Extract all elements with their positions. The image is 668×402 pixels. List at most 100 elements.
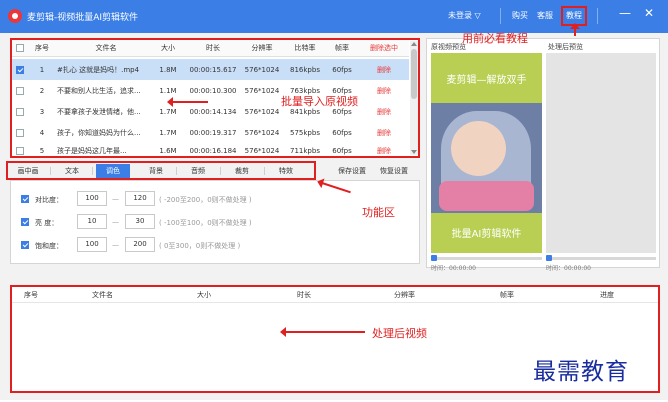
preview-panel: 原视频预览 处理后预览 麦剪辑—解放双手 批量AI剪辑软件 时间：00:00:0…: [426, 38, 660, 272]
file-name: 孩子是妈妈这几年最...: [57, 146, 127, 155]
delete-button[interactable]: 删除: [361, 80, 407, 101]
save-settings-button[interactable]: 保存设置: [338, 166, 366, 176]
login-dropdown[interactable]: 未登录 ▽: [448, 10, 481, 21]
original-video-preview: 麦剪辑—解放双手 批量AI剪辑软件: [431, 53, 542, 253]
scroll-thumb[interactable]: [411, 49, 417, 99]
contrast-checkbox[interactable]: [21, 195, 29, 203]
brightness-max-input[interactable]: 30: [125, 214, 155, 229]
tab-color[interactable]: 调色: [96, 164, 130, 178]
table-scrollbar[interactable]: [410, 41, 418, 155]
function-tabs: 画中画 文本 调色 背景 音频 裁剪 特效 保存设置 恢复设置: [4, 162, 420, 178]
minimize-icon[interactable]: —: [619, 6, 631, 20]
file-name: 不要拿孩子发泄情绪，他...: [57, 107, 141, 116]
app-window: 麦剪辑-视频批量AI剪辑软件 未登录 ▽ 购买 客服 教程 — ✕ 序号 文件名…: [0, 0, 668, 400]
tab-text[interactable]: 文本: [54, 164, 90, 178]
original-preview-label: 原视频预览: [431, 43, 466, 51]
tab-effects[interactable]: 特效: [268, 164, 304, 178]
delete-button[interactable]: 删除: [361, 143, 407, 157]
tab-crop[interactable]: 裁剪: [224, 164, 260, 178]
file-duration: 00:00:19.317: [189, 128, 237, 137]
col-header: 分辨率: [251, 43, 273, 52]
col-header: 文件名: [92, 291, 113, 299]
close-icon[interactable]: ✕: [644, 6, 654, 20]
col-header: 比特率: [294, 43, 316, 52]
delete-button[interactable]: 删除: [361, 122, 407, 143]
row-checkbox[interactable]: [16, 146, 24, 155]
row-checkbox[interactable]: [16, 86, 24, 95]
original-progress-bar[interactable]: [431, 257, 542, 260]
table-row[interactable]: 1 #扎心 这就是妈吗！.mp4 1.8M 00:00:15.617 576*1…: [11, 59, 409, 80]
file-resolution: 576*1024: [244, 86, 280, 95]
tab-pip[interactable]: 画中画: [10, 164, 46, 178]
tab-divider: [92, 167, 93, 175]
col-header: 帧率: [500, 291, 514, 299]
select-all-checkbox[interactable]: [16, 43, 24, 52]
file-fps: 60fps: [332, 128, 352, 137]
file-fps: 60fps: [332, 65, 352, 74]
original-time: 时间：00:00:00: [431, 265, 476, 272]
brightness-setting: 亮 度： 10 — 30 ( -100至100，0则不做处理 ): [19, 214, 279, 230]
range-separator: —: [112, 241, 119, 249]
title-bar: 麦剪辑-视频批量AI剪辑软件 未登录 ▽ 购买 客服 教程 — ✕: [0, 0, 668, 33]
row-checkbox[interactable]: [16, 65, 24, 74]
processed-preview-label: 处理后预览: [548, 43, 583, 51]
annotation-import: 批量导入原视频: [281, 95, 358, 108]
tab-audio[interactable]: 音频: [180, 164, 216, 178]
file-fps: 60fps: [332, 146, 352, 155]
col-header: 分辨率: [394, 291, 415, 299]
color-settings-panel: 对比度： 100 — 120 ( -200至200，0则不做处理 ) 亮 度： …: [10, 180, 420, 264]
original-progress-handle[interactable]: [431, 255, 437, 261]
processed-progress-handle[interactable]: [546, 255, 552, 261]
brightness-checkbox[interactable]: [21, 218, 29, 226]
range-separator: —: [112, 218, 119, 226]
preview-caption-bottom: 批量AI剪辑软件: [451, 229, 522, 240]
row-checkbox[interactable]: [16, 128, 24, 137]
saturation-min-input[interactable]: 100: [77, 237, 107, 252]
col-header: 大小: [161, 43, 175, 52]
saturation-max-input[interactable]: 200: [125, 237, 155, 252]
col-header: 时长: [297, 291, 311, 299]
brightness-hint: ( -100至100，0则不做处理 ): [159, 219, 252, 227]
file-resolution: 576*1024: [244, 146, 280, 155]
saturation-label: 饱和度：: [35, 242, 63, 250]
delete-button[interactable]: 删除: [361, 59, 407, 80]
table-row[interactable]: 4 孩子，你知道妈妈为什么... 1.7M 00:00:19.317 576*1…: [11, 122, 409, 143]
processed-progress-bar[interactable]: [546, 257, 656, 260]
tab-divider: [176, 167, 177, 175]
row-no: 5: [39, 146, 45, 155]
app-title: 麦剪辑-视频批量AI剪辑软件: [27, 13, 139, 23]
row-no: 3: [39, 107, 45, 116]
preview-caption-top: 麦剪辑—解放双手: [446, 75, 527, 86]
contrast-max-input[interactable]: 120: [125, 191, 155, 206]
divider: [597, 8, 598, 24]
row-no: 1: [39, 65, 45, 74]
scroll-down-icon[interactable]: [411, 150, 417, 154]
restore-settings-button[interactable]: 恢复设置: [380, 166, 408, 176]
saturation-checkbox[interactable]: [21, 241, 29, 249]
table-header: 序号 文件名 大小 时长 分辨率 比特率 帧率 删除选中: [11, 39, 409, 57]
table-header: 序号 文件名 大小 时长 分辨率 帧率 进度: [12, 287, 658, 303]
contrast-min-input[interactable]: 100: [77, 191, 107, 206]
annotation-tutorial: 用前必看教程: [462, 32, 528, 45]
delete-button[interactable]: 删除: [361, 101, 407, 122]
file-resolution: 576*1024: [244, 128, 280, 137]
brightness-min-input[interactable]: 10: [77, 214, 107, 229]
preview-illustration: [431, 103, 542, 213]
brightness-label: 亮 度：: [35, 219, 59, 227]
service-button[interactable]: 客服: [537, 10, 553, 21]
delete-selected-button[interactable]: 删除选中: [361, 39, 407, 56]
file-duration: 00:00:16.184: [189, 146, 237, 155]
row-checkbox[interactable]: [16, 107, 24, 116]
buy-button[interactable]: 购买: [512, 10, 528, 21]
scroll-up-icon[interactable]: [411, 42, 417, 46]
tab-background[interactable]: 背景: [138, 164, 174, 178]
file-resolution: 576*1024: [244, 65, 280, 74]
tab-divider: [50, 167, 51, 175]
divider: [500, 8, 501, 24]
annotation-arrow: [570, 23, 580, 36]
col-header: 文件名: [95, 43, 117, 52]
file-duration: 00:00:14.134: [189, 107, 237, 116]
row-no: 4: [39, 128, 45, 137]
file-duration: 00:00:15.617: [189, 65, 237, 74]
table-row[interactable]: 5 孩子是妈妈这几年最... 1.6M 00:00:16.184 576*102…: [11, 143, 409, 157]
